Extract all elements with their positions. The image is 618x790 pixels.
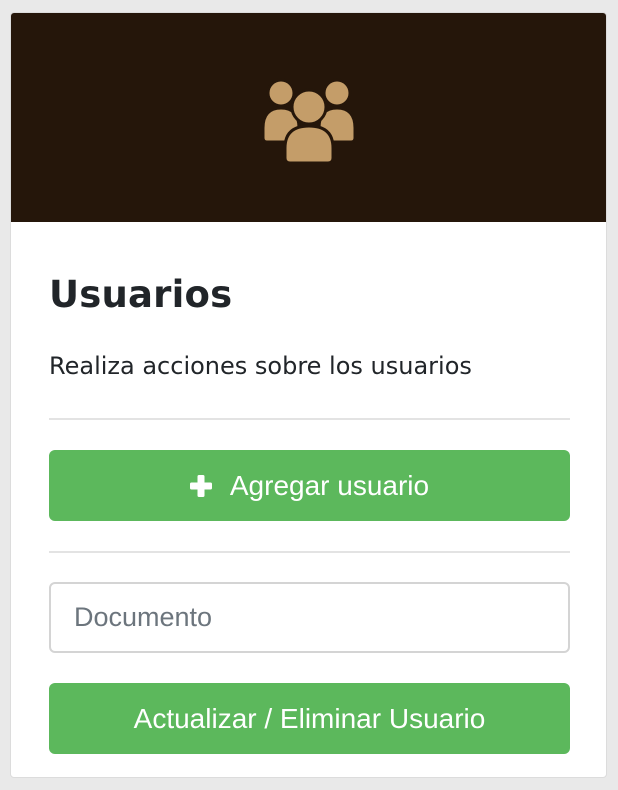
users-group-icon xyxy=(261,78,356,164)
card-header xyxy=(11,13,606,222)
document-input[interactable] xyxy=(51,584,568,651)
update-delete-user-button[interactable]: Actualizar / Eliminar Usuario xyxy=(49,683,570,754)
divider xyxy=(49,551,570,553)
card-subtitle: Realiza acciones sobre los usuarios xyxy=(49,352,472,380)
update-delete-user-button-label: Actualizar / Eliminar Usuario xyxy=(133,702,486,734)
add-user-button[interactable]: Agregar usuario xyxy=(49,450,570,521)
plus-icon xyxy=(189,474,212,497)
add-user-button-label: Agregar usuario xyxy=(229,469,430,501)
card-title: Usuarios xyxy=(49,273,233,316)
divider xyxy=(49,418,570,420)
users-card: Usuarios Realiza acciones sobre los usua… xyxy=(10,12,607,778)
document-input-wrapper xyxy=(49,582,570,653)
